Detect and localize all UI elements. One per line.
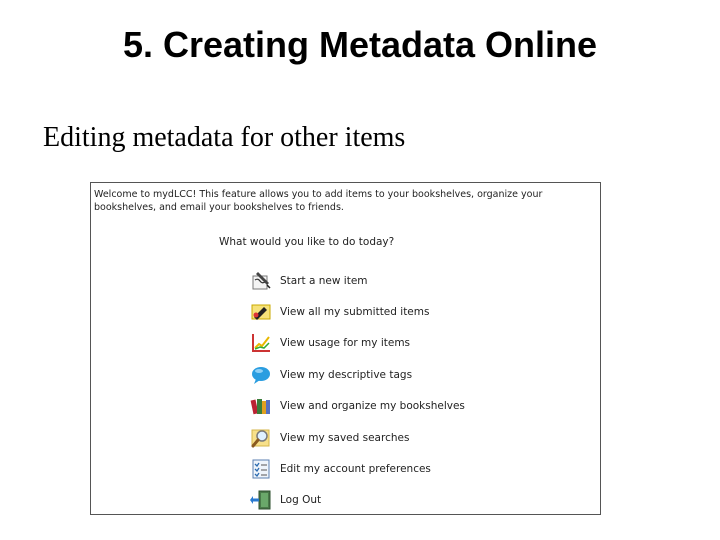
menu-item-label: Start a new item — [280, 274, 368, 287]
magnifier-icon — [250, 427, 272, 449]
usage-chart-icon — [250, 332, 272, 354]
menu-item-label: Log Out — [280, 494, 322, 507]
menu-item-label: View all my submitted items — [280, 306, 430, 319]
menu-item-label: View usage for my items — [280, 337, 411, 350]
pen-form-icon — [250, 270, 272, 292]
logout-door-icon — [250, 489, 272, 511]
checklist-icon — [250, 458, 272, 480]
menu-item-log-out[interactable]: Log Out — [250, 485, 465, 516]
menu-item-label: View and organize my bookshelves — [280, 400, 465, 413]
menu-item-label: Edit my account preferences — [280, 463, 431, 476]
menu-item-view-tags[interactable]: View my descriptive tags — [250, 359, 465, 390]
menu-item-view-usage[interactable]: View usage for my items — [250, 328, 465, 359]
menu-item-label: View my descriptive tags — [280, 368, 413, 381]
menu-item-account-preferences[interactable]: Edit my account preferences — [250, 453, 465, 484]
slide-title: 5. Creating Metadata Online — [122, 24, 598, 65]
embedded-screenshot: Welcome to mydLCC! This feature allows y… — [90, 182, 601, 515]
menu-item-start-new-item[interactable]: Start a new item — [250, 265, 465, 296]
slide-subtitle: Editing metadata for other items — [43, 122, 406, 153]
menu-item-saved-searches[interactable]: View my saved searches — [250, 422, 465, 453]
menu-item-bookshelves[interactable]: View and organize my bookshelves — [250, 391, 465, 422]
speech-bubble-icon — [250, 364, 272, 386]
action-menu: Start a new item View all my submitted i… — [250, 265, 465, 516]
submitted-items-icon — [250, 301, 272, 323]
menu-item-label: View my saved searches — [280, 431, 410, 444]
books-icon — [250, 395, 272, 417]
question-text: What would you like to do today? — [219, 236, 395, 248]
welcome-text: Welcome to mydLCC! This feature allows y… — [94, 189, 543, 213]
menu-item-view-submitted-items[interactable]: View all my submitted items — [250, 296, 465, 327]
